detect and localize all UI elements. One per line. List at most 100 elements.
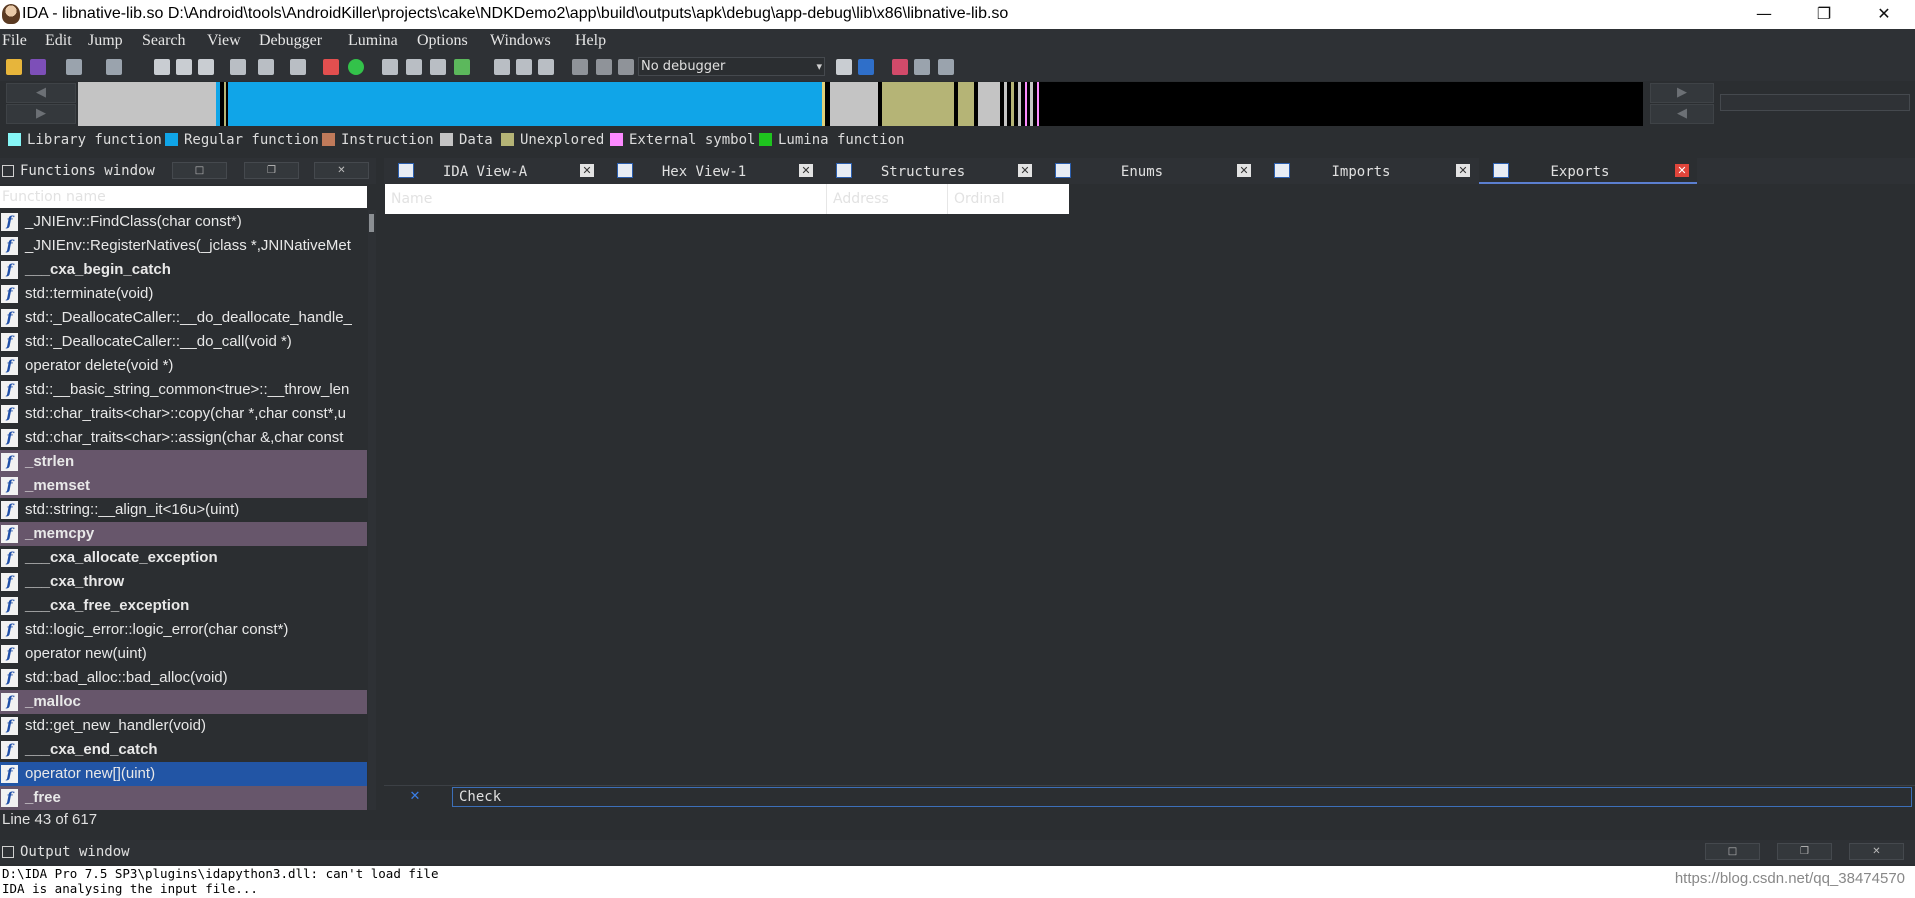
- close-window-button[interactable]: ✕: [1856, 0, 1912, 29]
- nav-segment-regular-main: [228, 82, 822, 126]
- output-minimize-button[interactable]: □: [1705, 843, 1760, 860]
- function-row[interactable]: f operator new(uint): [0, 642, 367, 666]
- restore-button[interactable]: ❐: [1796, 0, 1852, 29]
- tab-imports[interactable]: Imports ✕: [1260, 158, 1478, 184]
- output-log[interactable]: D:\IDA Pro 7.5 SP3\plugins\idapython3.dl…: [0, 866, 1915, 898]
- column-ordinal[interactable]: Ordinal: [948, 184, 1069, 214]
- function-row[interactable]: f std::_DeallocateCaller::__do_call(void …: [0, 330, 367, 354]
- scrollbar-thumb[interactable]: [369, 214, 374, 232]
- struct-icon[interactable]: [382, 59, 398, 75]
- string-icon[interactable]: [290, 59, 306, 75]
- tab-close-icon[interactable]: ✕: [1237, 164, 1251, 177]
- add-icon[interactable]: [454, 59, 470, 75]
- pause-icon[interactable]: [596, 59, 612, 75]
- flow-chart-icon[interactable]: [914, 59, 930, 75]
- panel-close-button[interactable]: ✕: [314, 162, 369, 179]
- function-name-column-header[interactable]: Function name: [0, 186, 367, 208]
- output-float-button[interactable]: ❐: [1777, 843, 1832, 860]
- functions-scrollbar[interactable]: [368, 210, 376, 810]
- function-row[interactable]: f _memcpy: [0, 522, 367, 546]
- search-binary-icon[interactable]: [198, 59, 214, 75]
- graph-warning-icon[interactable]: [323, 59, 339, 75]
- function-row[interactable]: f std::_DeallocateCaller::__do_deallocate…: [0, 306, 367, 330]
- save-icon[interactable]: [30, 59, 46, 75]
- panel-minimize-button[interactable]: □: [172, 162, 227, 179]
- output-close-button[interactable]: ✕: [1849, 843, 1904, 860]
- column-address[interactable]: Address: [827, 184, 948, 214]
- menu-lumina[interactable]: Lumina: [348, 32, 398, 50]
- menu-windows[interactable]: Windows: [490, 32, 551, 50]
- function-row[interactable]: f _JNIEnv::FindClass(char const*): [0, 210, 367, 234]
- tab-ida-view-a[interactable]: IDA View-A ✕: [384, 158, 602, 184]
- tab-structures[interactable]: Structures ✕: [822, 158, 1040, 184]
- function-row[interactable]: f _JNIEnv::RegisterNatives(_jclass *,JNIN…: [0, 234, 367, 258]
- menu-edit[interactable]: Edit: [45, 32, 72, 50]
- binoculars-icon[interactable]: [154, 59, 170, 75]
- attach-icon[interactable]: [836, 59, 852, 75]
- function-row[interactable]: f std::__basic_string_common<true>::__thr…: [0, 378, 367, 402]
- tab-close-icon[interactable]: ✕: [1456, 164, 1470, 177]
- tab-close-icon[interactable]: ✕: [580, 164, 594, 177]
- code-icon[interactable]: [230, 59, 246, 75]
- function-row[interactable]: f std::char_traits<char>::copy(char *,cha…: [0, 402, 367, 426]
- function-row[interactable]: f _strlen: [0, 450, 367, 474]
- function-row[interactable]: f ___cxa_begin_catch: [0, 258, 367, 282]
- function-row[interactable]: f _malloc: [0, 690, 367, 714]
- breakpoint-icon[interactable]: [858, 59, 874, 75]
- menu-help[interactable]: Help: [575, 32, 606, 50]
- offset-icon[interactable]: [430, 59, 446, 75]
- debugger-select[interactable]: No debugger ▾: [638, 57, 825, 76]
- green-dot-icon[interactable]: [348, 59, 364, 75]
- function-row[interactable]: f ___cxa_allocate_exception: [0, 546, 367, 570]
- function-row[interactable]: f ___cxa_end_catch: [0, 738, 367, 762]
- menu-view[interactable]: View: [207, 32, 241, 50]
- function-row[interactable]: f std::char_traits<char>::assign(char &,c…: [0, 426, 367, 450]
- function-row[interactable]: f std::string::__align_it<16u>(uint): [0, 498, 367, 522]
- check-close-icon[interactable]: ✕: [384, 787, 446, 807]
- tab-close-icon[interactable]: ✕: [1018, 164, 1032, 177]
- nav-zoom-in-button[interactable]: ▶: [1650, 83, 1714, 103]
- call-graph-icon[interactable]: [938, 59, 954, 75]
- nav-scroll-right-button[interactable]: ▶: [6, 104, 76, 124]
- function-row[interactable]: f std::get_new_handler(void): [0, 714, 367, 738]
- function-row[interactable]: f std::terminate(void): [0, 282, 367, 306]
- minimize-button[interactable]: —: [1736, 0, 1792, 29]
- edit-icon[interactable]: [516, 59, 532, 75]
- menu-debugger[interactable]: Debugger: [259, 32, 322, 50]
- tab-close-icon[interactable]: ✕: [799, 164, 813, 177]
- enum-icon[interactable]: [406, 59, 422, 75]
- menu-file[interactable]: File: [2, 32, 27, 50]
- column-name[interactable]: Name: [385, 184, 827, 214]
- function-row[interactable]: f _free: [0, 786, 367, 810]
- panel-float-button[interactable]: ❐: [244, 162, 299, 179]
- cross-ref-icon[interactable]: [494, 59, 510, 75]
- stop-icon[interactable]: [618, 59, 634, 75]
- menu-options[interactable]: Options: [417, 32, 468, 50]
- function-row[interactable]: f ___cxa_throw: [0, 570, 367, 594]
- menu-jump[interactable]: Jump: [88, 32, 123, 50]
- function-row[interactable]: f operator delete(void *): [0, 354, 367, 378]
- forward-arrow-icon[interactable]: [106, 59, 122, 75]
- graph-icon[interactable]: [892, 59, 908, 75]
- tab-exports[interactable]: Exports ✕: [1479, 158, 1697, 184]
- function-row[interactable]: f _memset: [0, 474, 367, 498]
- open-folder-icon[interactable]: [6, 59, 22, 75]
- tab-close-icon[interactable]: ✕: [1675, 164, 1689, 177]
- function-row[interactable]: f operator new[](uint): [0, 762, 367, 786]
- function-row[interactable]: f std::logic_error::logic_error(char cons…: [0, 618, 367, 642]
- function-row[interactable]: f std::bad_alloc::bad_alloc(void): [0, 666, 367, 690]
- nav-zoom-out-button[interactable]: ◀: [1650, 104, 1714, 124]
- check-input[interactable]: Check: [452, 787, 1912, 807]
- nav-address-combo[interactable]: [1720, 94, 1910, 111]
- navigation-strip[interactable]: [78, 82, 1643, 126]
- data-icon[interactable]: [258, 59, 274, 75]
- search-text-icon[interactable]: [176, 59, 192, 75]
- function-row[interactable]: f ___cxa_free_exception: [0, 594, 367, 618]
- delete-x-icon[interactable]: [538, 59, 554, 75]
- tab-enums[interactable]: Enums ✕: [1041, 158, 1259, 184]
- back-arrow-icon[interactable]: [66, 59, 82, 75]
- run-icon[interactable]: [572, 59, 588, 75]
- menu-search[interactable]: Search: [142, 32, 186, 50]
- tab-hex-view-1[interactable]: Hex View-1 ✕: [603, 158, 821, 184]
- nav-scroll-left-button[interactable]: ◀: [6, 83, 76, 103]
